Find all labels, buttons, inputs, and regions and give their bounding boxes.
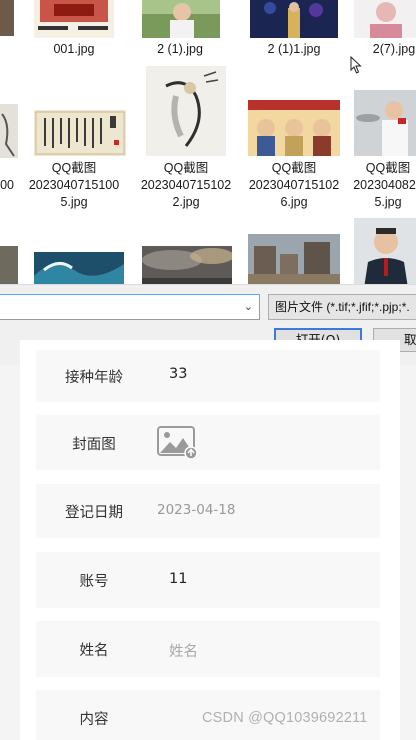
partial-image-thumbnail — [0, 246, 18, 286]
file-name: QQ截图 2023040715102 2.jpg — [140, 161, 232, 209]
watermark: CSDN @QQ1039692211 — [202, 710, 368, 726]
mouse-cursor-icon — [350, 56, 362, 74]
field-label: 接种年龄 — [65, 370, 123, 386]
man-in-suit-thumbnail — [354, 218, 416, 288]
field-label: 内容 — [79, 712, 109, 728]
stage-performer-thumbnail — [250, 0, 338, 38]
stormy-sky-thumbnail — [142, 246, 232, 288]
ancient-poets-poster-thumbnail — [248, 100, 340, 156]
calligraphy-scroll-thumbnail — [34, 110, 126, 156]
chef-photo-thumbnail — [354, 90, 416, 156]
file-name: 2 (1)1.jpg — [267, 42, 321, 56]
file-name: 100 — [0, 178, 14, 192]
partial-image-thumbnail — [0, 0, 14, 36]
file-tile[interactable]: 001.jpg — [22, 0, 126, 62]
field-label: 姓名 — [79, 643, 109, 659]
file-tile[interactable] — [352, 214, 416, 288]
form-row-name: 姓名 姓名 — [36, 621, 380, 677]
file-tile[interactable] — [0, 238, 18, 288]
form-row-account: 账号 11 — [36, 552, 380, 608]
file-tile[interactable] — [22, 238, 126, 288]
field-label: 封面图 — [72, 437, 116, 453]
record-form: 接种年龄 33 封面图 登记日期 2023-04-18 账号 11 姓名 姓名 … — [20, 340, 400, 740]
image-upload-icon[interactable] — [157, 426, 199, 460]
field-label: 登记日期 — [65, 505, 123, 521]
file-name: 001.jpg — [53, 42, 95, 56]
file-tile[interactable] — [242, 230, 346, 288]
file-picker-dialog: 001.jpg 2 (1).jpg 2 (1)1.jpg 2(7).jpg 00… — [0, 0, 416, 365]
file-name: QQ截图 2023040715100 5.jpg — [28, 161, 120, 209]
file-tile[interactable]: 100 — [0, 100, 18, 210]
date-field[interactable]: 2023-04-18 — [157, 502, 235, 518]
ink-painting-thumbnail — [0, 104, 18, 158]
file-tile[interactable]: QQ截图 2023040715102 6.jpg — [242, 100, 346, 212]
filetype-select[interactable]: 图片文件 (*.tif;*.jfif;*.pjp;*. — [268, 294, 416, 320]
filename-input[interactable]: ⌄ — [0, 294, 260, 320]
file-tile[interactable] — [0, 0, 14, 60]
file-tile[interactable]: 2(7).jpg — [352, 0, 416, 62]
portrait-photo-thumbnail — [354, 0, 416, 38]
ruined-buildings-thumbnail — [248, 234, 340, 288]
form-row-cover: 封面图 — [36, 415, 380, 470]
form-row-age: 接种年龄 33 — [36, 350, 380, 402]
ink-figure-painting-thumbnail — [146, 66, 226, 156]
thumbnail-grid: 001.jpg 2 (1).jpg 2 (1)1.jpg 2(7).jpg 00… — [0, 0, 416, 290]
file-name: QQ截图 2023040715102 6.jpg — [248, 161, 340, 209]
file-tile[interactable]: 2 (1)1.jpg — [242, 0, 346, 62]
file-tile[interactable]: QQ截图 2023040820 5.jpg — [352, 90, 416, 212]
account-field[interactable]: 11 — [169, 571, 187, 587]
chevron-down-icon[interactable]: ⌄ — [244, 300, 253, 313]
age-field[interactable]: 33 — [169, 366, 187, 382]
file-tile[interactable]: 2 (1).jpg — [128, 0, 232, 62]
chinese-culture-banner-thumbnail — [34, 0, 114, 38]
field-label: 账号 — [79, 574, 109, 590]
ocean-wave-thumbnail — [34, 252, 124, 288]
form-row-date: 登记日期 2023-04-18 — [36, 484, 380, 538]
file-tile[interactable]: QQ截图 2023040715102 2.jpg — [134, 66, 238, 212]
file-tile[interactable]: QQ截图 2023040715100 5.jpg — [22, 100, 126, 212]
file-name: 2 (1).jpg — [157, 42, 203, 56]
file-name: QQ截图 2023040820 5.jpg — [353, 161, 416, 209]
name-field[interactable]: 姓名 — [169, 640, 198, 661]
file-tile[interactable] — [134, 238, 238, 288]
portrait-photo-thumbnail — [142, 0, 220, 38]
